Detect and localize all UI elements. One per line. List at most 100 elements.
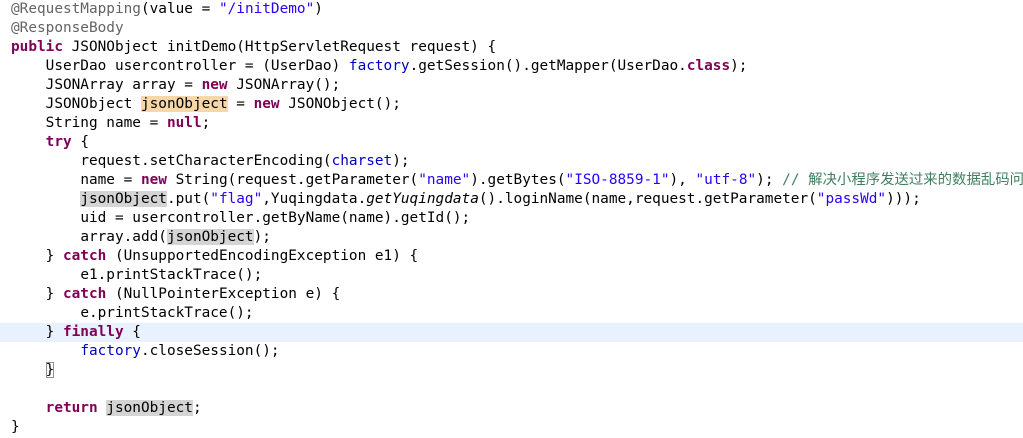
- code-line-text: @RequestMapping(value = "/initDemo"): [11, 0, 323, 19]
- code-line-text: } catch (UnsupportedEncodingException e1…: [11, 247, 419, 266]
- code-editor[interactable]: @RequestMapping(value = "/initDemo") @Re…: [0, 0, 1023, 438]
- code-line[interactable]: return jsonObject;: [0, 399, 1023, 418]
- code-line[interactable]: e1.printStackTrace();: [0, 266, 1023, 285]
- code-line[interactable]: } finally {: [0, 323, 1023, 342]
- code-line[interactable]: JSONArray array = new JSONArray();: [0, 76, 1023, 95]
- field-reference: charset: [331, 153, 393, 169]
- code-text: uid = usercontroller.getByName(name).get…: [80, 210, 471, 226]
- keyword: new: [201, 77, 228, 93]
- code-text: }: [45, 248, 63, 264]
- code-text: e.printStackTrace();: [80, 305, 254, 321]
- occurrence-highlight-read: jsonObject: [80, 191, 167, 207]
- code-line[interactable]: e.printStackTrace();: [0, 304, 1023, 323]
- code-line[interactable]: name = new String(request.getParameter("…: [0, 171, 1023, 190]
- code-text: =: [227, 96, 254, 112]
- code-text: .closeSession();: [140, 343, 280, 359]
- code-line-text: UserDao usercontroller = (UserDao) facto…: [11, 57, 748, 76]
- code-line-text: } finally {: [11, 323, 141, 342]
- code-text: name =: [80, 172, 141, 188]
- code-line-text: String name = null;: [11, 114, 211, 133]
- code-text: request.setCharacterEncoding(: [80, 153, 332, 169]
- code-line-text: }: [11, 418, 20, 437]
- code-line[interactable]: }: [0, 361, 1023, 380]
- code-text: ,Yuqingdata.: [262, 191, 367, 207]
- code-line[interactable]: [0, 380, 1023, 399]
- string-literal: "/initDemo": [218, 1, 315, 17]
- field-reference: factory: [348, 58, 410, 74]
- code-line-text: public JSONObject initDemo(HttpServletRe…: [11, 38, 496, 57]
- code-line[interactable]: JSONObject jsonObject = new JSONObject()…: [0, 95, 1023, 114]
- code-text: .getSession().getMapper(UserDao.: [409, 58, 687, 74]
- code-line[interactable]: UserDao usercontroller = (UserDao) facto…: [0, 57, 1023, 76]
- code-line[interactable]: try {: [0, 133, 1023, 152]
- keyword: return: [45, 400, 98, 416]
- keyword: null: [166, 115, 202, 131]
- code-line[interactable]: @ResponseBody: [0, 19, 1023, 38]
- code-text: ;: [192, 400, 202, 416]
- code-text: (value =: [140, 1, 219, 17]
- code-line[interactable]: jsonObject.put("flag",Yuqingdata.getYuqi…: [0, 190, 1023, 209]
- code-text: (UnsupportedEncodingException e1) {: [106, 248, 419, 264]
- code-text: .put(: [166, 191, 211, 207]
- code-line-text: return jsonObject;: [11, 399, 202, 418]
- code-text: );: [392, 153, 410, 169]
- code-line[interactable]: } catch (UnsupportedEncodingException e1…: [0, 247, 1023, 266]
- code-text: );: [756, 172, 783, 188]
- code-line-text: @ResponseBody: [11, 19, 124, 38]
- keyword: catch: [62, 248, 107, 264]
- code-text: {: [123, 324, 141, 340]
- code-line-text: factory.closeSession();: [11, 342, 280, 361]
- occurrence-highlight-read: jsonObject: [106, 400, 193, 416]
- code-line[interactable]: @RequestMapping(value = "/initDemo"): [0, 0, 1023, 19]
- code-line-text: jsonObject.put("flag",Yuqingdata.getYuqi…: [11, 190, 921, 209]
- code-line-text: }: [11, 361, 55, 380]
- code-text: ;: [201, 115, 211, 131]
- code-text: ): [314, 1, 323, 17]
- code-line-text: e1.printStackTrace();: [11, 266, 262, 285]
- code-line[interactable]: String name = null;: [0, 114, 1023, 133]
- code-line[interactable]: } catch (NullPointerException e) {: [0, 285, 1023, 304]
- code-line[interactable]: array.add(jsonObject);: [0, 228, 1023, 247]
- code-text: String(request.getParameter(: [166, 172, 419, 188]
- code-line-text: name = new String(request.getParameter("…: [11, 171, 1023, 190]
- code-line[interactable]: factory.closeSession();: [0, 342, 1023, 361]
- code-line-text: try {: [11, 133, 89, 152]
- code-text: JSONArray();: [227, 77, 341, 93]
- code-text: ().loginName(name,request.getParameter(: [478, 191, 817, 207]
- code-line-text: JSONObject jsonObject = new JSONObject()…: [11, 95, 401, 114]
- code-text: String name =: [45, 115, 167, 131]
- field-reference: factory: [80, 343, 141, 359]
- keyword: public: [11, 39, 63, 55]
- code-line[interactable]: }: [0, 418, 1023, 437]
- keyword: new: [140, 172, 167, 188]
- code-line[interactable]: public JSONObject initDemo(HttpServletRe…: [0, 38, 1023, 57]
- code-line[interactable]: request.setCharacterEncoding(charset);: [0, 152, 1023, 171]
- occurrence-highlight-read: jsonObject: [166, 229, 254, 245]
- code-text: JSONObject: [45, 96, 141, 112]
- code-line-text: JSONArray array = new JSONArray();: [11, 76, 341, 95]
- code-line-text: e.printStackTrace();: [11, 304, 254, 323]
- code-text: {: [71, 134, 89, 150]
- code-text: }: [45, 286, 63, 302]
- code-text: JSONArray array =: [45, 77, 202, 93]
- code-text: ).getBytes(: [470, 172, 566, 188]
- code-line-text: } catch (NullPointerException e) {: [11, 285, 341, 304]
- code-text: UserDao usercontroller = (UserDao): [45, 58, 349, 74]
- matching-brace: }: [45, 362, 55, 378]
- code-text: )));: [886, 191, 921, 207]
- code-line[interactable]: uid = usercontroller.getByName(name).get…: [0, 209, 1023, 228]
